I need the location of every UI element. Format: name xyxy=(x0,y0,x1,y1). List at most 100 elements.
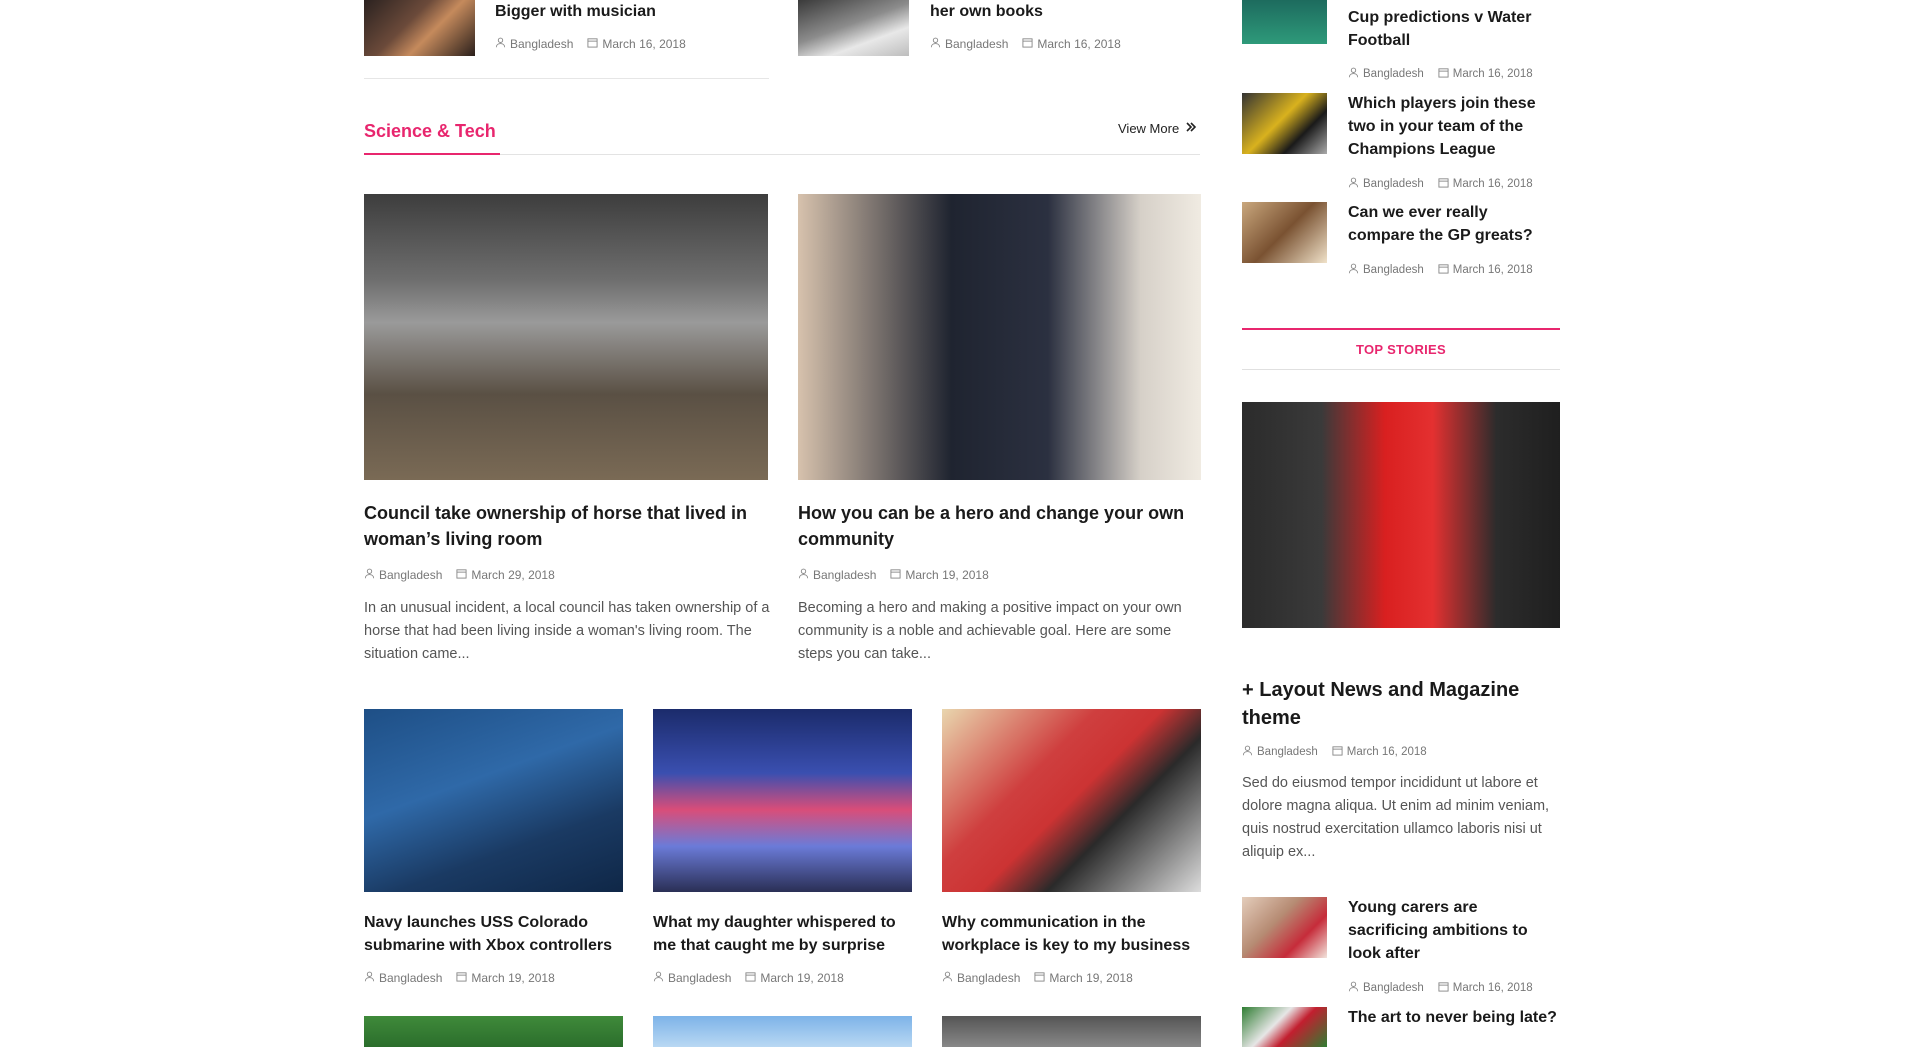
article-meta: Bangladesh March 16, 2018 xyxy=(1348,177,1533,191)
publish-date: March 19, 2018 xyxy=(471,971,555,985)
section-title[interactable]: Science & Tech xyxy=(364,121,496,142)
top-story-excerpt: Sed do eiusmod tempor incididunt ut labo… xyxy=(1242,775,1550,860)
calendar-icon xyxy=(456,971,467,985)
publish-date: March 16, 2018 xyxy=(1452,264,1533,276)
calendar-icon xyxy=(890,568,901,582)
calendar-icon xyxy=(1022,37,1033,51)
user-icon xyxy=(1348,67,1359,81)
article-meta: Bangladesh March 16, 2018 xyxy=(1242,745,1427,759)
user-icon xyxy=(364,971,375,985)
calendar-icon xyxy=(587,37,598,51)
article-meta: Bangladesh March 16, 2018 xyxy=(930,37,1121,51)
user-icon xyxy=(364,568,375,582)
author-name[interactable]: Bangladesh xyxy=(813,568,876,582)
publish-date: March 16, 2018 xyxy=(1452,178,1533,190)
user-icon xyxy=(942,971,953,985)
user-icon xyxy=(495,37,506,51)
article-meta: Bangladesh March 16, 2018 xyxy=(1348,67,1533,81)
grid-title[interactable]: Navy launches USS Colorado submarine wit… xyxy=(364,911,634,957)
article-meta: Bangladesh March 19, 2018 xyxy=(364,971,555,985)
sidebar-article-title[interactable]: Which players join these two in your tea… xyxy=(1348,92,1558,161)
author-name[interactable]: Bangladesh xyxy=(510,37,573,51)
author-name[interactable]: Bangladesh xyxy=(1363,178,1424,190)
article-meta: Bangladesh March 16, 2018 xyxy=(1348,263,1533,277)
user-icon xyxy=(1242,745,1253,759)
article-title[interactable]: her own books xyxy=(930,2,1043,22)
grid-image-city[interactable] xyxy=(653,709,912,892)
top-stories-label[interactable]: TOP STORIES xyxy=(1242,342,1560,357)
sidebar-article-title[interactable]: The art to never being late? xyxy=(1348,1006,1558,1029)
author-name[interactable]: Bangladesh xyxy=(945,37,1008,51)
user-icon xyxy=(1348,177,1359,191)
publish-date: March 16, 2018 xyxy=(1452,68,1533,80)
double-chevron-right-icon xyxy=(1185,121,1197,136)
author-name[interactable]: Bangladesh xyxy=(957,971,1020,985)
sidebar-thumbnail[interactable] xyxy=(1242,202,1327,263)
publish-date: March 19, 2018 xyxy=(760,971,844,985)
publish-date: March 19, 2018 xyxy=(1049,971,1133,985)
publish-date: March 16, 2018 xyxy=(1037,37,1121,51)
sidebar-thumbnail[interactable] xyxy=(1242,1007,1327,1047)
featured-image-police[interactable] xyxy=(798,194,1201,480)
author-name[interactable]: Bangladesh xyxy=(668,971,731,985)
top-story-image-scarf[interactable] xyxy=(1242,402,1560,628)
top-stories-border-top xyxy=(1242,328,1560,330)
article-meta: Bangladesh March 29, 2018 xyxy=(364,568,555,582)
sidebar-thumbnail[interactable] xyxy=(1242,0,1327,44)
calendar-icon xyxy=(745,971,756,985)
sidebar-thumbnail[interactable] xyxy=(1242,93,1327,154)
article-meta: Bangladesh March 19, 2018 xyxy=(798,568,989,582)
publish-date: March 29, 2018 xyxy=(471,568,555,582)
view-more-label: View More xyxy=(1118,121,1180,136)
article-meta: Bangladesh March 19, 2018 xyxy=(653,971,844,985)
calendar-icon xyxy=(456,568,467,582)
article-title[interactable]: Bigger with musician xyxy=(495,2,656,22)
user-icon xyxy=(930,37,941,51)
sidebar-thumbnail[interactable] xyxy=(1242,897,1327,958)
user-icon xyxy=(798,568,809,582)
user-icon xyxy=(1348,981,1359,995)
sidebar-article-title[interactable]: Young carers are sacrificing ambitions t… xyxy=(1348,896,1558,965)
grid-image-partial[interactable] xyxy=(653,1016,912,1047)
author-name[interactable]: Bangladesh xyxy=(379,568,442,582)
publish-date: March 16, 2018 xyxy=(602,37,686,51)
section-underline-accent xyxy=(364,153,500,155)
featured-excerpt: In an unusual incident, a local council … xyxy=(364,600,770,662)
top-story-title[interactable]: + Layout News and Magazine theme xyxy=(1242,676,1560,732)
calendar-icon xyxy=(1332,745,1343,759)
featured-title[interactable]: How you can be a hero and change your ow… xyxy=(798,500,1210,552)
sidebar-article-title[interactable]: Can we ever really compare the GP greats… xyxy=(1348,201,1558,247)
user-icon xyxy=(653,971,664,985)
calendar-icon xyxy=(1438,67,1449,81)
divider xyxy=(364,78,769,79)
grid-image-laptop[interactable] xyxy=(942,709,1201,892)
calendar-icon xyxy=(1438,263,1449,277)
featured-image-crash[interactable] xyxy=(364,194,768,480)
featured-title[interactable]: Council take ownership of horse that liv… xyxy=(364,500,768,552)
author-name[interactable]: Bangladesh xyxy=(379,971,442,985)
top-stories-border-bottom xyxy=(1242,369,1560,370)
author-name[interactable]: Bangladesh xyxy=(1363,982,1424,994)
sidebar-article-title[interactable]: Cup predictions v Water Football xyxy=(1348,6,1558,52)
article-thumbnail-musician[interactable] xyxy=(364,0,475,56)
grid-image-partial[interactable] xyxy=(364,1016,623,1047)
calendar-icon xyxy=(1034,971,1045,985)
article-thumbnail-books[interactable] xyxy=(798,0,909,56)
publish-date: March 16, 2018 xyxy=(1452,982,1533,994)
publish-date: March 19, 2018 xyxy=(905,568,989,582)
author-name[interactable]: Bangladesh xyxy=(1257,746,1318,758)
featured-excerpt: Becoming a hero and making a positive im… xyxy=(798,600,1182,662)
user-icon xyxy=(1348,263,1359,277)
grid-image-thimble[interactable] xyxy=(364,709,623,892)
article-meta: Bangladesh March 16, 2018 xyxy=(495,37,686,51)
article-meta: Bangladesh March 19, 2018 xyxy=(942,971,1133,985)
grid-title[interactable]: Why communication in the workplace is ke… xyxy=(942,911,1207,957)
author-name[interactable]: Bangladesh xyxy=(1363,264,1424,276)
author-name[interactable]: Bangladesh xyxy=(1363,68,1424,80)
view-more-link[interactable]: View More xyxy=(1118,121,1197,136)
publish-date: March 16, 2018 xyxy=(1346,746,1427,758)
calendar-icon xyxy=(1438,177,1449,191)
grid-image-partial[interactable] xyxy=(942,1016,1201,1047)
grid-title[interactable]: What my daughter whispered to me that ca… xyxy=(653,911,923,957)
article-meta: Bangladesh March 16, 2018 xyxy=(1348,981,1533,995)
